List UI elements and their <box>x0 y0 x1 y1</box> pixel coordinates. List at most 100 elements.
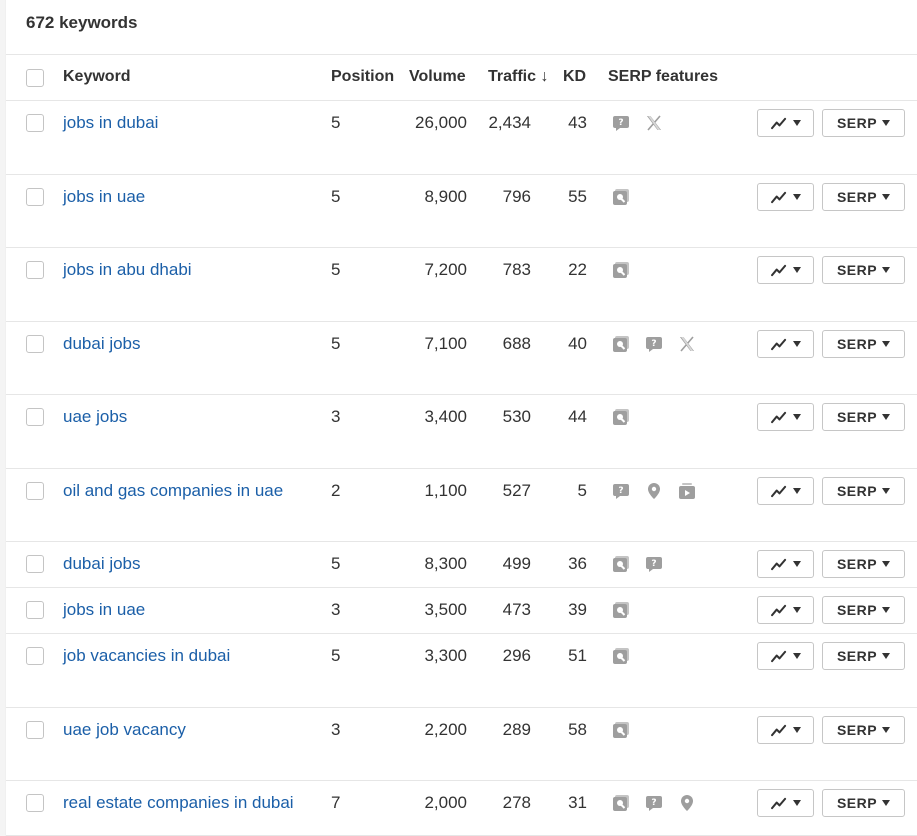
image-icon[interactable] <box>612 721 630 739</box>
trend-dropdown-button[interactable] <box>757 183 814 211</box>
caret-down-icon <box>792 120 801 126</box>
panel-header: 672 keywords <box>6 0 917 55</box>
row-checkbox[interactable] <box>26 721 44 739</box>
image-icon[interactable] <box>612 794 630 812</box>
row-checkbox[interactable] <box>26 261 44 279</box>
x-icon[interactable] <box>645 114 663 132</box>
serp-dropdown-button[interactable]: SERP <box>822 109 905 137</box>
trend-line-icon <box>770 797 786 809</box>
trend-dropdown-button[interactable] <box>757 330 814 358</box>
image-icon[interactable] <box>612 261 630 279</box>
keyword-link[interactable]: jobs in uae <box>63 600 145 620</box>
traffic-value: 688 <box>502 334 531 353</box>
row-checkbox[interactable] <box>26 601 44 619</box>
traffic-value: 2,434 <box>488 113 531 132</box>
trend-dropdown-button[interactable] <box>757 403 814 431</box>
volume-value: 8,900 <box>424 187 467 206</box>
traffic-value: 530 <box>502 407 531 426</box>
trend-dropdown-button[interactable] <box>757 789 814 817</box>
serp-dropdown-button[interactable]: SERP <box>822 477 905 505</box>
trend-dropdown-button[interactable] <box>757 550 814 578</box>
trend-dropdown-button[interactable] <box>757 716 814 744</box>
x-icon[interactable] <box>678 335 696 353</box>
qa-icon[interactable]: ? <box>645 335 663 353</box>
keyword-link[interactable]: uae jobs <box>63 407 127 427</box>
image-icon[interactable] <box>612 647 630 665</box>
row-checkbox[interactable] <box>26 188 44 206</box>
keyword-link[interactable]: dubai jobs <box>63 334 141 354</box>
serp-button-label: SERP <box>836 722 878 738</box>
caret-down-icon <box>882 607 891 613</box>
row-checkbox[interactable] <box>26 794 44 812</box>
serp-dropdown-button[interactable]: SERP <box>822 403 905 431</box>
volume-value: 2,000 <box>424 793 467 812</box>
qa-icon[interactable]: ? <box>645 794 663 812</box>
image-icon[interactable] <box>612 408 630 426</box>
qa-icon[interactable]: ? <box>612 482 630 500</box>
kd-value: 44 <box>568 407 587 426</box>
traffic-value: 527 <box>502 481 531 500</box>
volume-value: 7,100 <box>424 334 467 353</box>
serp-button-label: SERP <box>836 336 878 352</box>
row-checkbox[interactable] <box>26 408 44 426</box>
keyword-link[interactable]: jobs in abu dhabi <box>63 260 192 280</box>
column-position[interactable]: Position <box>331 68 394 86</box>
serp-dropdown-button[interactable]: SERP <box>822 716 905 744</box>
table-row: real estate companies in dubai 7 2,000 2… <box>6 781 917 836</box>
serp-features-list <box>612 408 630 426</box>
serp-dropdown-button[interactable]: SERP <box>822 596 905 624</box>
select-all-checkbox[interactable] <box>26 69 44 87</box>
keyword-link[interactable]: real estate companies in dubai <box>63 793 294 813</box>
column-volume[interactable]: Volume <box>409 68 466 86</box>
trend-dropdown-button[interactable] <box>757 477 814 505</box>
qa-icon[interactable]: ? <box>612 114 630 132</box>
trend-dropdown-button[interactable] <box>757 256 814 284</box>
column-serp-features[interactable]: SERP features <box>608 68 718 86</box>
map-pin-icon[interactable] <box>678 794 696 812</box>
trend-dropdown-button[interactable] <box>757 642 814 670</box>
row-checkbox[interactable] <box>26 555 44 573</box>
image-icon[interactable] <box>612 555 630 573</box>
caret-down-icon <box>882 267 891 273</box>
map-pin-icon[interactable] <box>645 482 663 500</box>
column-keyword[interactable]: Keyword <box>63 68 131 86</box>
image-icon[interactable] <box>612 188 630 206</box>
position-value: 5 <box>331 334 341 353</box>
row-checkbox[interactable] <box>26 114 44 132</box>
trend-dropdown-button[interactable] <box>757 109 814 137</box>
row-checkbox[interactable] <box>26 647 44 665</box>
column-kd[interactable]: KD <box>563 68 586 86</box>
serp-features-list <box>612 721 630 739</box>
volume-value: 2,200 <box>424 720 467 739</box>
table-row: jobs in uae 5 8,900 796 55 SERP <box>6 175 917 248</box>
keyword-link[interactable]: oil and gas companies in uae <box>63 481 283 501</box>
qa-icon[interactable]: ? <box>645 555 663 573</box>
image-icon[interactable] <box>612 335 630 353</box>
volume-value: 3,300 <box>424 646 467 665</box>
keyword-link[interactable]: jobs in uae <box>63 187 145 207</box>
serp-dropdown-button[interactable]: SERP <box>822 789 905 817</box>
keyword-link[interactable]: uae job vacancy <box>63 720 186 740</box>
table-row: uae job vacancy 3 2,200 289 58 SERP <box>6 708 917 781</box>
serp-features-list <box>612 261 630 279</box>
image-icon[interactable] <box>612 601 630 619</box>
keyword-link[interactable]: jobs in dubai <box>63 113 158 133</box>
row-checkbox[interactable] <box>26 335 44 353</box>
volume-value: 3,500 <box>424 600 467 619</box>
serp-dropdown-button[interactable]: SERP <box>822 330 905 358</box>
serp-button-label: SERP <box>836 795 878 811</box>
svg-text:?: ? <box>651 559 656 569</box>
serp-dropdown-button[interactable]: SERP <box>822 183 905 211</box>
serp-button-label: SERP <box>836 602 878 618</box>
keyword-link[interactable]: dubai jobs <box>63 554 141 574</box>
serp-dropdown-button[interactable]: SERP <box>822 550 905 578</box>
serp-dropdown-button[interactable]: SERP <box>822 642 905 670</box>
serp-dropdown-button[interactable]: SERP <box>822 256 905 284</box>
video-icon[interactable] <box>678 482 696 500</box>
caret-down-icon <box>792 488 801 494</box>
column-traffic[interactable]: Traffic ↓ <box>488 68 548 86</box>
row-checkbox[interactable] <box>26 482 44 500</box>
keyword-link[interactable]: job vacancies in dubai <box>63 646 230 666</box>
table-row: jobs in dubai 5 26,000 2,434 43 ? SERP <box>6 101 917 175</box>
trend-dropdown-button[interactable] <box>757 596 814 624</box>
